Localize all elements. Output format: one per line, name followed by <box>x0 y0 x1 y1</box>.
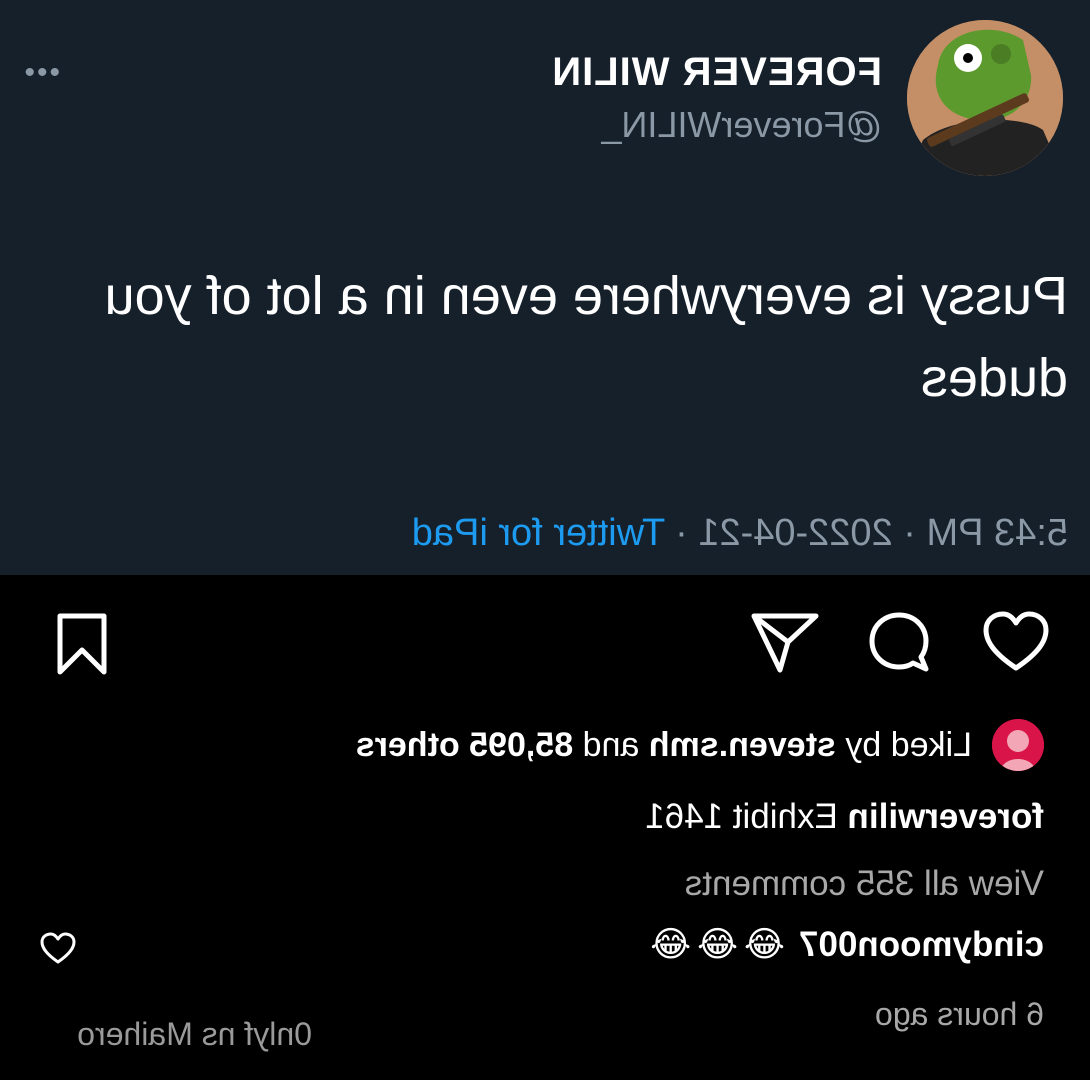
bookmark-icon[interactable] <box>54 612 110 676</box>
comment-username[interactable]: cindymoon007 <box>799 925 1044 965</box>
caption-username[interactable]: foreverwilin <box>848 797 1044 836</box>
tweet-metadata: 5:43 PM · 2022-04-21 · Twitter for iPad <box>412 512 1068 555</box>
tweet-handle[interactable]: @ForeverWILIN_ <box>601 104 882 146</box>
liker-avatar[interactable] <box>992 719 1044 771</box>
tweet-time: 5:43 PM <box>926 512 1068 554</box>
laughing-emoji: 😂 <box>650 925 692 964</box>
watermark-text: 0nlyf ns Maihero <box>77 1016 312 1052</box>
likes-count[interactable]: 85,095 others <box>356 726 573 764</box>
likes-summary[interactable]: Liked by steven.smh and 85,095 others <box>356 719 1044 771</box>
view-all-comments-link[interactable]: View all 355 comments <box>685 864 1044 904</box>
tweet-source[interactable]: Twitter for iPad <box>412 512 665 554</box>
laughing-emoji: 😂 <box>697 925 739 964</box>
caption-text: Exhibit 1461 <box>645 797 838 836</box>
likes-prefix: Liked by <box>835 725 972 764</box>
heart-icon[interactable] <box>982 610 1050 674</box>
tweet-display-name[interactable]: FOREVER WILIN <box>551 50 882 95</box>
likes-middle: and <box>573 725 649 764</box>
tweet-text: Pussy is everywhere even in a lot of you… <box>104 266 1068 408</box>
tweet-card: FOREVER WILIN @ForeverWILIN_ ••• Pussy i… <box>0 0 1090 575</box>
liker-username[interactable]: steven.smh <box>649 726 836 764</box>
post-caption: foreverwilin Exhibit 1461 <box>645 797 1044 837</box>
comment-bubble-icon[interactable] <box>866 610 932 676</box>
top-comment: cindymoon007 😂 😂 😂 <box>644 925 1044 965</box>
laughing-emoji: 😂 <box>744 925 785 964</box>
mirrored-screenshot: FOREVER WILIN @ForeverWILIN_ ••• Pussy i… <box>0 0 1090 1080</box>
post-time-ago: 6 hours ago <box>874 996 1044 1032</box>
separator: · <box>675 512 688 554</box>
tweet-author-avatar[interactable] <box>907 20 1063 176</box>
tweet-date: 2022-04-21 <box>698 512 893 554</box>
separator: · <box>903 512 916 554</box>
more-dots-icon[interactable]: ••• <box>22 56 60 90</box>
comment-like-heart-icon[interactable] <box>40 932 76 966</box>
paper-plane-icon[interactable] <box>750 610 820 676</box>
